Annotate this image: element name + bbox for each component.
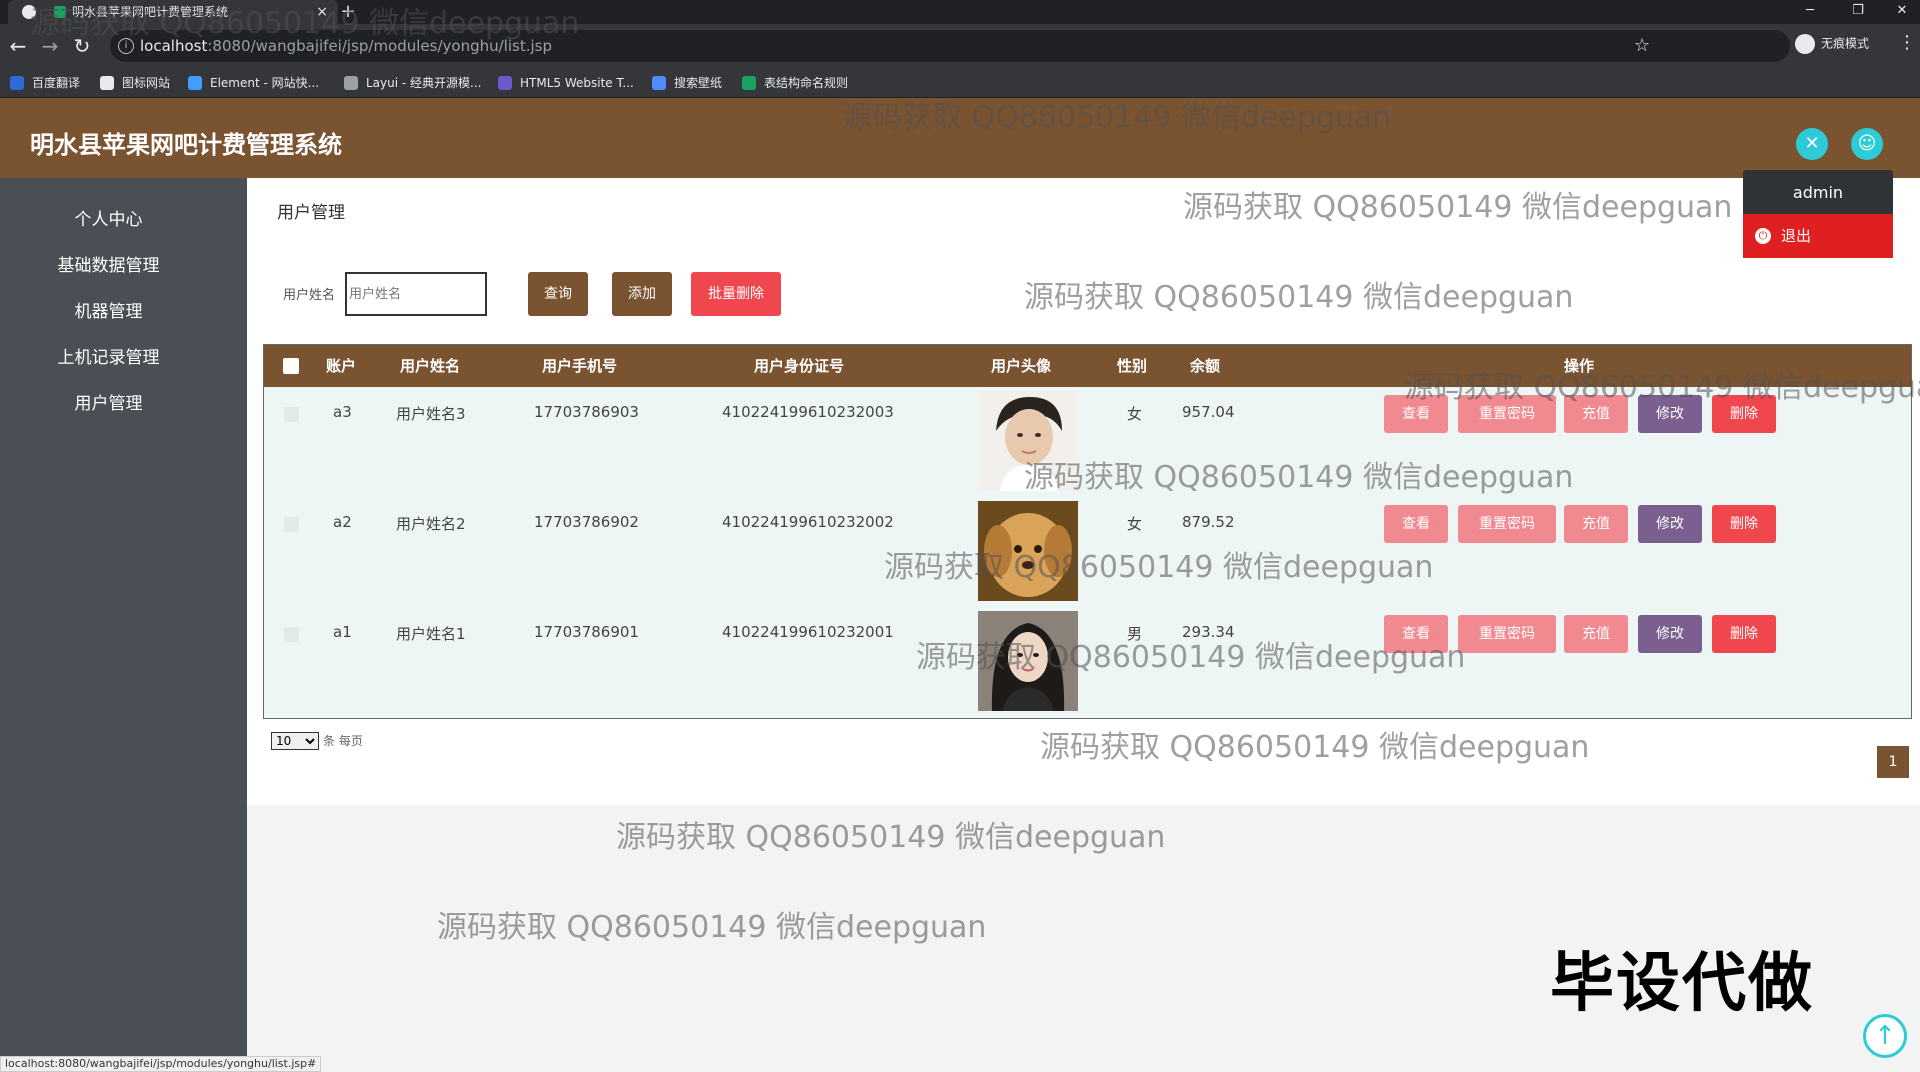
- recharge-button[interactable]: 充值: [1564, 505, 1628, 543]
- query-button[interactable]: 查询: [528, 272, 588, 316]
- incognito-indicator[interactable]: 无痕模式: [1795, 34, 1869, 54]
- minimize-icon[interactable]: ─: [1790, 0, 1830, 24]
- cell-balance: 957.04: [1182, 403, 1235, 421]
- cell-name: 用户姓名2: [396, 515, 466, 533]
- sidebar-item-users[interactable]: 用户管理: [0, 384, 217, 424]
- bookmark-item[interactable]: Layui - 经典开源模...: [344, 74, 481, 92]
- wallpaper-icon: [652, 76, 666, 90]
- cell-id-card: 410224199610232002: [722, 513, 894, 531]
- page-size-control: 10 条 每页: [271, 732, 363, 750]
- layui-icon: [344, 76, 358, 90]
- th-balance: 余额: [1190, 357, 1221, 375]
- cell-name: 用户姓名1: [396, 625, 466, 643]
- close-window-icon[interactable]: ✕: [1882, 0, 1920, 24]
- delete-button[interactable]: 删除: [1712, 505, 1776, 543]
- row-checkbox[interactable]: [284, 627, 299, 642]
- back-to-top-icon[interactable]: ↑: [1863, 1014, 1907, 1058]
- cell-account: a1: [333, 623, 352, 641]
- sheet-icon: [742, 76, 756, 90]
- recharge-button[interactable]: 充值: [1564, 615, 1628, 653]
- watermark-text: 源码获取 QQ86050149 微信deepguan: [616, 820, 1166, 855]
- user-avatar-icon[interactable]: ☺: [1851, 128, 1883, 160]
- search-input[interactable]: [345, 272, 487, 316]
- sidebar: 个人中心 基础数据管理 机器管理 上机记录管理 用户管理: [0, 178, 247, 1072]
- pagination-current-page[interactable]: 1: [1877, 746, 1909, 778]
- cell-gender: 女: [1127, 515, 1143, 533]
- cell-phone: 17703786901: [534, 623, 639, 641]
- sidebar-item-base-data[interactable]: 基础数据管理: [0, 246, 217, 286]
- batch-delete-button[interactable]: 批量删除: [691, 272, 781, 316]
- select-all-checkbox[interactable]: [283, 358, 299, 374]
- cell-gender: 女: [1127, 405, 1143, 423]
- sidebar-item-sessions[interactable]: 上机记录管理: [0, 338, 217, 378]
- bookmark-item[interactable]: Element - 网站快...: [188, 74, 319, 92]
- back-icon[interactable]: ←: [6, 34, 30, 58]
- cell-account: a2: [333, 513, 352, 531]
- bookmark-item[interactable]: 表结构命名规则: [742, 74, 848, 92]
- sidebar-item-profile[interactable]: 个人中心: [0, 200, 217, 240]
- status-bar-url: localhost:8080/wangbajifei/jsp/modules/y…: [0, 1056, 322, 1072]
- bookmark-item[interactable]: 图标网站: [100, 74, 170, 92]
- cell-id-card: 410224199610232001: [722, 623, 894, 641]
- bookmark-item[interactable]: HTML5 Website T...: [498, 74, 634, 92]
- row-checkbox[interactable]: [284, 407, 299, 422]
- html5-icon: [498, 76, 512, 90]
- watermark-banner: 毕设代做: [1550, 947, 1814, 1021]
- incognito-icon: [1795, 34, 1815, 54]
- watermark-text: 源码获取 QQ86050149 微信deepguan: [1183, 190, 1733, 225]
- page-size-suffix: 条 每页: [323, 734, 363, 748]
- edit-button[interactable]: 修改: [1638, 505, 1702, 543]
- breadcrumb: 用户管理: [277, 203, 345, 223]
- sidebar-item-machines[interactable]: 机器管理: [0, 292, 217, 332]
- th-name: 用户姓名: [400, 357, 461, 375]
- bookmark-item[interactable]: 百度翻译: [10, 74, 80, 92]
- edit-button[interactable]: 修改: [1638, 615, 1702, 653]
- reset-password-button[interactable]: 重置密码: [1458, 615, 1556, 653]
- app: 明水县苹果网吧计费管理系统 ✕ ☺ 个人中心 基础数据管理 机器管理 上机记录管…: [0, 98, 1920, 1072]
- power-icon: ⏻: [1755, 228, 1771, 244]
- logout-label: 退出: [1781, 227, 1812, 245]
- cell-id-card: 410224199610232003: [722, 403, 894, 421]
- watermark-text: 源码获取 QQ86050149 微信deepguan: [842, 100, 1392, 135]
- row-checkbox[interactable]: [284, 517, 299, 532]
- cell-balance: 879.52: [1182, 513, 1235, 531]
- watermark-text: 源码获取 QQ86050149 微信deepguan: [1040, 730, 1590, 765]
- user-dropdown: admin ⏻ 退出: [1743, 170, 1893, 258]
- watermark-text: 源码获取 QQ86050149 微信deepguan: [884, 550, 1434, 585]
- add-button[interactable]: 添加: [612, 272, 672, 316]
- cell-name: 用户姓名3: [396, 405, 466, 423]
- incognito-label: 无痕模式: [1821, 36, 1870, 51]
- watermark-text: 源码获取 QQ86050149 微信deepguan: [1024, 280, 1574, 315]
- bookmark-star-icon[interactable]: ☆: [1634, 30, 1650, 62]
- fullscreen-icon[interactable]: ✕: [1796, 128, 1828, 160]
- th-id-card: 用户身份证号: [754, 357, 845, 375]
- cell-phone: 17703786902: [534, 513, 639, 531]
- flag-icon: [100, 76, 114, 90]
- cell-account: a3: [333, 403, 352, 421]
- watermark-text: 源码获取 QQ86050149 微信deepguan: [1404, 370, 1920, 405]
- logout-button[interactable]: ⏻ 退出: [1743, 214, 1893, 258]
- translate-icon: [10, 76, 24, 90]
- restore-icon[interactable]: ❐: [1838, 0, 1878, 24]
- watermark-text: 源码获取 QQ86050149 微信deepguan: [30, 6, 580, 41]
- th-account: 账户: [326, 357, 357, 375]
- cell-phone: 17703786903: [534, 403, 639, 421]
- reset-password-button[interactable]: 重置密码: [1458, 505, 1556, 543]
- search-label: 用户姓名: [283, 288, 336, 303]
- watermark-text: 源码获取 QQ86050149 微信deepguan: [1024, 460, 1574, 495]
- bookmark-item[interactable]: 搜索壁纸: [652, 74, 722, 92]
- th-phone: 用户手机号: [542, 357, 618, 375]
- browser-menu-icon[interactable]: ⋮: [1898, 32, 1916, 53]
- delete-button[interactable]: 删除: [1712, 615, 1776, 653]
- watermark-text: 源码获取 QQ86050149 微信deepguan: [916, 640, 1466, 675]
- dropdown-username[interactable]: admin: [1743, 170, 1893, 212]
- view-button[interactable]: 查看: [1384, 505, 1448, 543]
- page-size-select[interactable]: 10: [271, 732, 319, 750]
- th-avatar: 用户头像: [991, 357, 1052, 375]
- th-gender: 性别: [1117, 357, 1148, 375]
- element-icon: [188, 76, 202, 90]
- watermark-text: 源码获取 QQ86050149 微信deepguan: [437, 910, 987, 945]
